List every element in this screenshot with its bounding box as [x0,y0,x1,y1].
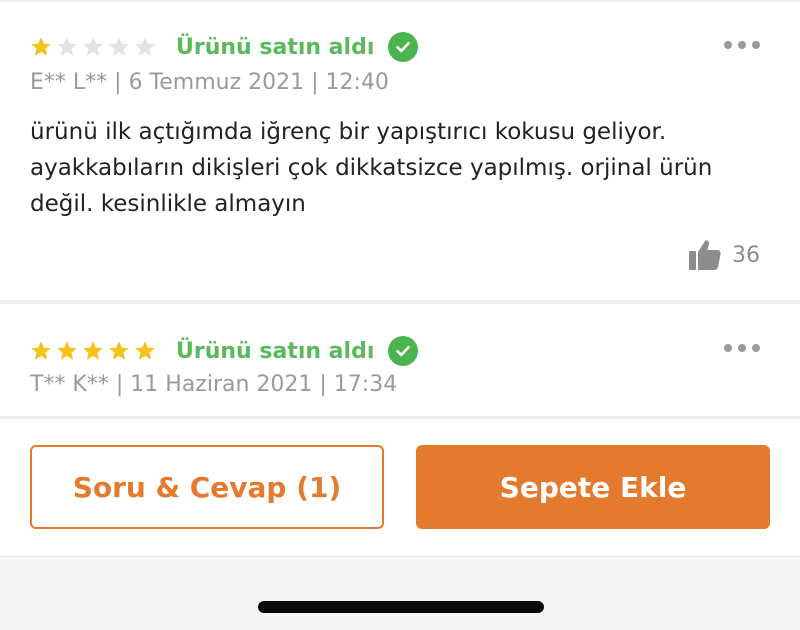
like-button[interactable]: 36 [688,238,760,272]
star-icon [56,36,78,58]
review-time: 17:34 [333,372,398,397]
star-icon [56,340,78,362]
bottom-bar [0,556,800,630]
review-author: E** L** [30,70,108,95]
verified-purchase-label: Ürünü satın aldı [176,338,375,364]
more-icon[interactable] [724,343,760,353]
star-icon [82,340,104,362]
star-icon [108,340,130,362]
review-text: ürünü ilk açtığımda iğrenç bir yapıştırı… [30,119,713,217]
star-rating [30,340,156,362]
check-circle-icon [388,32,419,62]
home-indicator [258,601,544,613]
review-header: Ürünü satın aldı [30,334,419,368]
star-icon [108,36,130,58]
star-rating [30,36,156,58]
divider [0,416,800,419]
divider [0,300,800,304]
star-icon [134,340,156,362]
star-icon [30,340,52,362]
review-meta: T** K** | 11 Haziran 2021 | 17:34 [30,372,398,397]
like-count: 36 [732,242,760,268]
review-author: T** K** [30,372,109,397]
add-to-cart-button[interactable]: Sepete Ekle [416,445,770,529]
review-date: 11 Haziran 2021 [130,372,313,397]
review-header: Ürünü satın aldı [30,30,419,64]
review-time: 12:40 [325,70,389,95]
star-icon [30,36,52,58]
review-meta: E** L** | 6 Temmuz 2021 | 12:40 [30,70,389,95]
star-icon [82,36,104,58]
thumbs-up-icon[interactable] [688,238,722,272]
star-icon [134,36,156,58]
question-answer-button[interactable]: Soru & Cevap (1) [30,445,384,529]
more-icon[interactable] [724,40,760,50]
verified-purchase-label: Ürünü satın aldı [176,34,375,60]
review-date: 6 Temmuz 2021 [128,70,305,95]
check-circle-icon [388,336,419,366]
